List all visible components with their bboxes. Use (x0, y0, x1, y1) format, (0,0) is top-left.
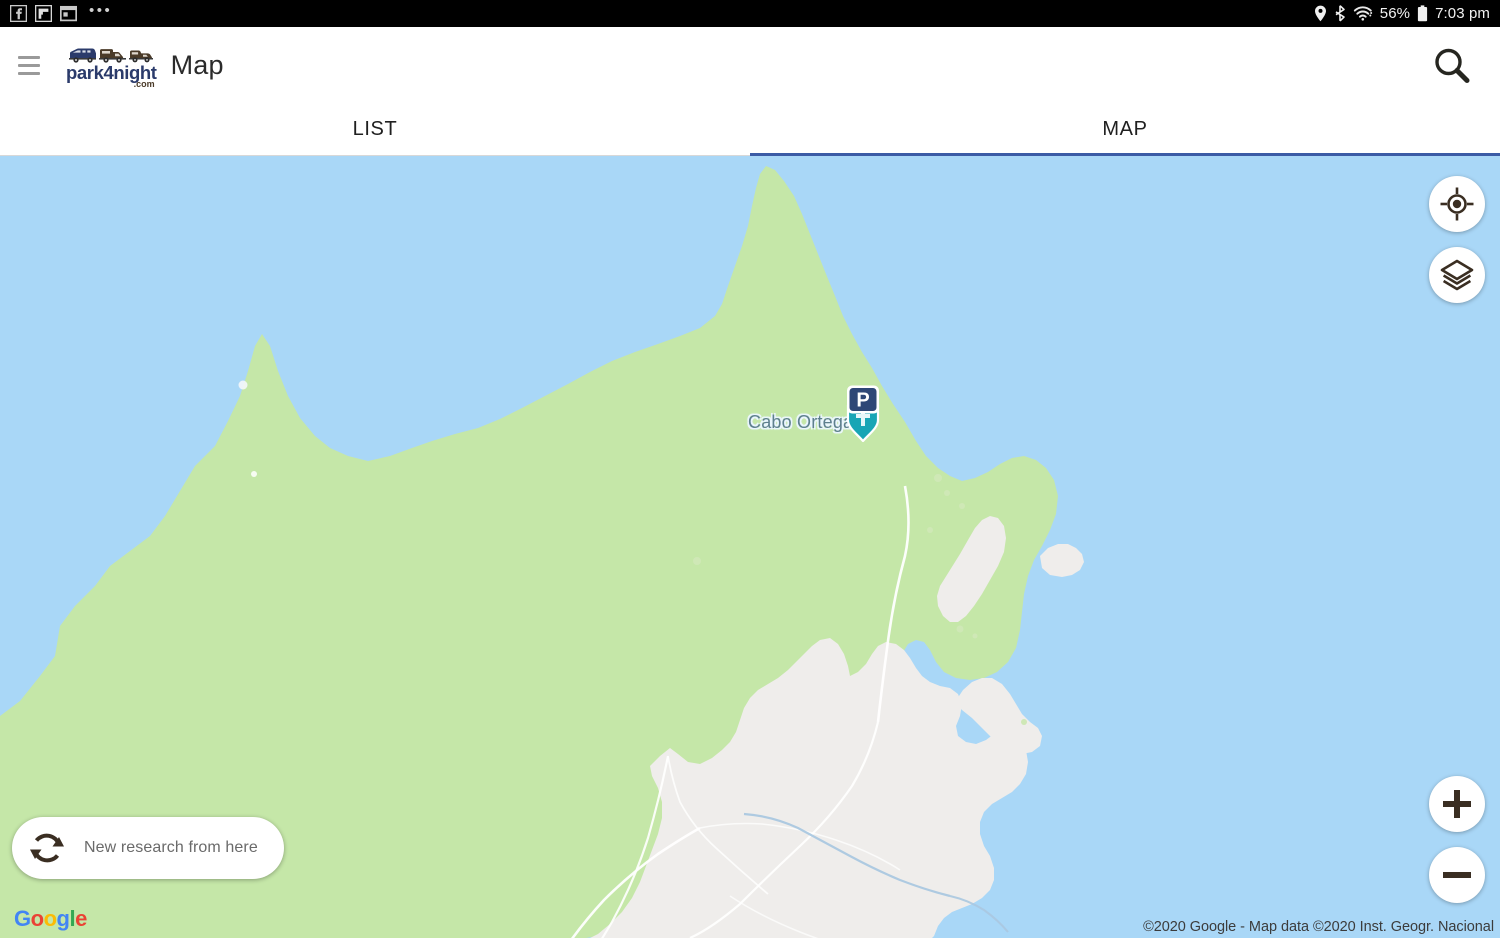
logo-domain-suffix: .com (133, 78, 155, 89)
location-pin-icon (1314, 5, 1326, 22)
tab-map-label: MAP (1102, 118, 1148, 140)
battery-percentage: 56% (1379, 5, 1411, 22)
bluetooth-icon (1335, 5, 1345, 22)
new-research-button[interactable]: New research from here (12, 817, 284, 879)
google-logo: Google (14, 906, 87, 932)
map-layers-icon (1440, 259, 1474, 291)
app-bar: park4night .com Map (0, 27, 1500, 104)
map-layers-button[interactable] (1429, 247, 1485, 303)
status-bar-right: 56% 7:03 pm (1314, 5, 1490, 22)
zoom-out-button[interactable] (1429, 847, 1485, 903)
flipboard-icon (35, 5, 52, 22)
page-title: Map (170, 50, 224, 80)
marker-badge-letter: P (856, 390, 869, 412)
tab-map[interactable]: MAP (750, 104, 1500, 156)
parking-marker[interactable]: P (843, 384, 883, 443)
my-location-icon (1440, 187, 1474, 221)
tab-list[interactable]: LIST (0, 104, 750, 155)
google-letter-G: G (14, 906, 31, 931)
hamburger-line (18, 56, 40, 59)
logo-vehicles (68, 46, 154, 63)
van-icon (68, 48, 96, 63)
plus-icon (1443, 790, 1471, 818)
map-place-label: Cabo Ortegal (748, 412, 858, 432)
search-button[interactable] (1426, 40, 1478, 92)
refresh-icon (30, 833, 64, 863)
status-clock: 7:03 pm (1435, 5, 1490, 22)
new-research-label: New research from here (84, 839, 258, 856)
minus-icon (1443, 872, 1471, 878)
camper-icon (98, 49, 126, 63)
status-overflow-dots: ••• (89, 2, 113, 19)
facebook-icon (10, 5, 27, 22)
wifi-icon (1353, 6, 1372, 21)
hamburger-line (18, 64, 40, 67)
park4night-logo[interactable]: park4night .com (66, 46, 157, 89)
status-bar: ••• 56% 7:03 pm (0, 0, 1500, 27)
search-icon (1435, 48, 1470, 83)
map-attribution: ©2020 Google - Map data ©2020 Inst. Geog… (1143, 919, 1494, 935)
tab-bar: LIST MAP (0, 104, 1500, 156)
google-letter-e: e (75, 906, 87, 931)
zoom-in-button[interactable] (1429, 776, 1485, 832)
hamburger-menu-icon[interactable] (18, 53, 44, 79)
tab-list-label: LIST (352, 118, 398, 140)
calendar-icon (60, 5, 77, 22)
map-canvas[interactable]: Cabo Ortegal P New research from here Go… (0, 156, 1500, 938)
hamburger-line (18, 72, 40, 75)
google-letter-g: g (56, 906, 70, 931)
status-bar-left: ••• (10, 2, 113, 22)
my-location-button[interactable] (1429, 176, 1485, 232)
rv-icon (128, 50, 153, 63)
google-letter-o2: o (43, 906, 57, 931)
battery-icon (1417, 5, 1428, 22)
google-letter-o1: o (30, 906, 44, 931)
